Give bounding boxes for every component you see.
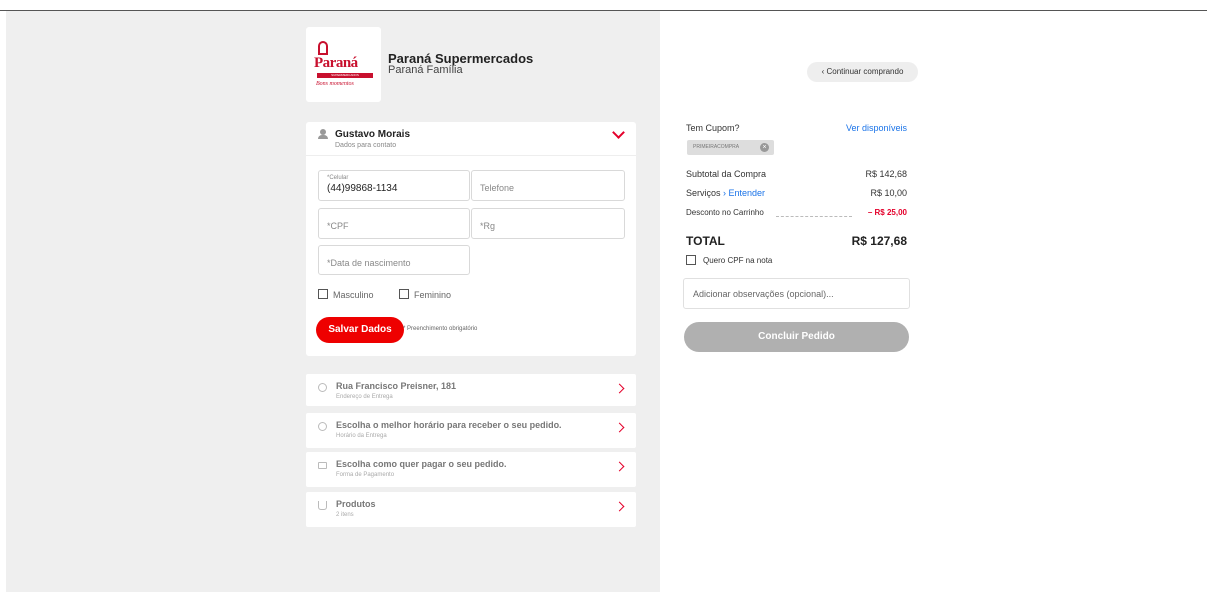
logo-word: Paraná	[314, 55, 358, 71]
male-label: Masculino	[333, 290, 374, 300]
cpf-placeholder: *CPF	[327, 221, 349, 231]
telefone-field[interactable]: Telefone	[471, 170, 625, 201]
cpf-note-checkbox[interactable]	[686, 255, 696, 265]
clock-icon	[318, 422, 327, 431]
required-note: * Preenchimento obrigatório	[403, 326, 478, 332]
conclude-order-button[interactable]: Concluir Pedido	[684, 322, 909, 352]
chef-hat-icon	[318, 41, 328, 55]
celular-value: (44)99868-1134	[327, 183, 398, 194]
location-pin-icon	[318, 383, 327, 392]
services-info-link[interactable]: › Entender	[723, 188, 765, 198]
logo-slogan: Bons momentos	[316, 81, 354, 87]
observations-placeholder: Adicionar observações (opcional)...	[693, 289, 834, 299]
coupon-question: Tem Cupom?	[686, 123, 740, 133]
contact-card: Gustavo Morais Dados para contato *Celul…	[306, 122, 636, 356]
save-data-button[interactable]: Salvar Dados	[316, 317, 404, 343]
celular-field[interactable]: *Celular (44)99868-1134	[318, 170, 470, 201]
user-icon	[318, 129, 328, 139]
contact-subtitle: Dados para contato	[335, 142, 397, 149]
celular-label: *Celular	[327, 175, 349, 181]
remove-coupon-icon[interactable]: ×	[760, 143, 769, 152]
telefone-placeholder: Telefone	[480, 183, 515, 193]
chevron-right-icon	[614, 501, 625, 512]
step-title: Produtos	[336, 499, 376, 509]
credit-card-icon	[318, 462, 327, 469]
female-checkbox[interactable]	[399, 289, 409, 299]
subtotal-label: Subtotal da Compra	[686, 169, 767, 179]
step-title: Rua Francisco Preisner, 181	[336, 381, 457, 391]
store-logo: Paraná SUPERMERCADOS Bons momentos	[306, 27, 381, 102]
discount-value: – R$ 25,00	[867, 208, 907, 217]
step-address[interactable]: Rua Francisco Preisner, 181 Endereço de …	[306, 374, 636, 406]
cpf-note-label: Quero CPF na nota	[703, 256, 773, 265]
step-subtitle: Horário da Entrega	[336, 433, 387, 439]
subtotal-value: R$ 142,68	[865, 169, 907, 179]
chevron-right-icon	[614, 422, 625, 433]
continue-shopping-button[interactable]: ‹ Continuar comprando	[807, 62, 918, 82]
step-subtitle: Forma de Pagamento	[336, 472, 395, 478]
cart-icon	[318, 501, 327, 510]
rg-placeholder: *Rg	[480, 221, 496, 231]
step-products[interactable]: Produtos 2 itens	[306, 492, 636, 527]
coupon-code: PRIMEIRACOMPRA	[693, 144, 740, 150]
services-text: Serviços	[686, 188, 721, 198]
total-label: TOTAL	[686, 234, 725, 248]
step-delivery-time[interactable]: Escolha o melhor horário para receber o …	[306, 413, 636, 448]
contact-name: Gustavo Morais	[335, 129, 411, 140]
male-checkbox[interactable]	[318, 289, 328, 299]
step-subtitle: 2 itens	[336, 512, 354, 518]
contact-header[interactable]: Gustavo Morais Dados para contato	[306, 122, 636, 156]
step-title: Escolha como quer pagar o seu pedido.	[336, 459, 507, 469]
chevron-right-icon	[614, 383, 625, 394]
coupon-chip: PRIMEIRACOMPRA ×	[687, 140, 774, 155]
step-subtitle: Endereço de Entrega	[336, 394, 393, 400]
coupon-available-link[interactable]: Ver disponíveis	[820, 123, 907, 133]
chevron-right-icon	[614, 461, 625, 472]
step-payment[interactable]: Escolha como quer pagar o seu pedido. Fo…	[306, 452, 636, 487]
cpf-field[interactable]: *CPF	[318, 208, 470, 239]
discount-label: Desconto no Carrinho	[686, 208, 764, 217]
observations-input[interactable]: Adicionar observações (opcional)...	[683, 278, 910, 309]
rg-field[interactable]: *Rg	[471, 208, 625, 239]
chevron-down-icon[interactable]	[612, 126, 625, 139]
logo-sub: SUPERMERCADOS	[317, 73, 373, 78]
services-value: R$ 10,00	[870, 188, 907, 198]
nascimento-field[interactable]: *Data de nascimento	[318, 245, 470, 275]
store-subtitle: Paraná Família	[388, 64, 463, 76]
total-value: R$ 127,68	[851, 234, 907, 248]
step-title: Escolha o melhor horário para receber o …	[336, 420, 562, 430]
female-label: Feminino	[414, 290, 452, 300]
services-label: Serviços › Entender	[686, 188, 765, 198]
nascimento-placeholder: *Data de nascimento	[327, 258, 411, 268]
